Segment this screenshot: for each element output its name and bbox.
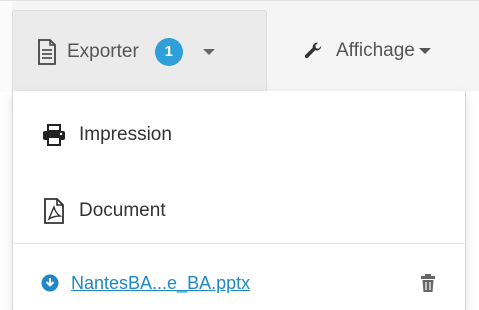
menu-item-document[interactable]: Document — [13, 189, 465, 233]
exported-file-link[interactable]: NantesBA...e_BA.pptx — [71, 273, 250, 294]
chevron-down-icon — [202, 48, 215, 55]
wrench-icon — [304, 42, 322, 59]
export-dropdown-button[interactable]: Exporter 1 — [12, 10, 267, 92]
display-dropdown-button[interactable]: Affichage — [294, 10, 479, 92]
toolbar: Exporter 1 Affichage — [0, 0, 479, 92]
trash-icon[interactable] — [419, 273, 437, 293]
menu-item-label: Impression — [79, 124, 172, 145]
display-label: Affichage — [336, 40, 415, 61]
printer-icon — [41, 122, 67, 148]
pdf-icon — [41, 198, 67, 224]
menu-divider — [13, 243, 465, 244]
export-label: Exporter — [67, 40, 139, 62]
toolbar-left-edge — [0, 1, 12, 92]
menu-item-print[interactable]: Impression — [13, 113, 465, 157]
export-dropdown-menu: Impression Document NantesBA...e_BA.pptx — [12, 91, 466, 310]
download-circle-icon[interactable] — [41, 274, 59, 292]
document-icon — [38, 38, 56, 65]
menu-item-label: Document — [79, 200, 166, 221]
export-count-badge: 1 — [154, 37, 183, 66]
exported-file-row: NantesBA...e_BA.pptx — [13, 263, 465, 303]
chevron-down-icon — [418, 48, 431, 54]
